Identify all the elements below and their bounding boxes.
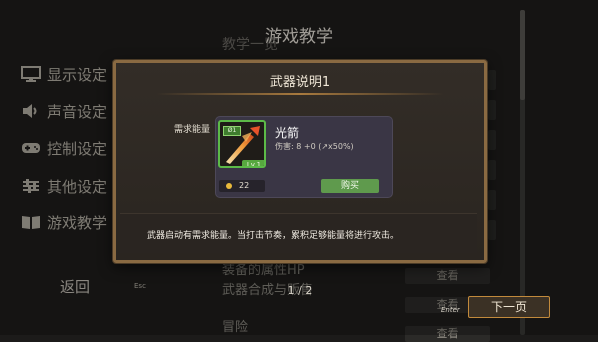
energy-label: 需求能量 (174, 125, 211, 135)
weapon-dialog: 武器说明1 需求能量 Ø1 Lv.1 光箭 伤害: 8 +0 (↗x50%) 2… (113, 60, 487, 263)
price-value: 22 (239, 181, 250, 190)
price-box: 22 (219, 180, 265, 192)
title-divider (156, 93, 444, 95)
weapon-stats: 伤害: 8 +0 (↗x50%) (275, 142, 354, 151)
weapon-icon-frame: Ø1 Lv.1 (218, 120, 266, 168)
weapon-name: 光箭 (275, 126, 300, 140)
next-page-button[interactable]: 下一页 (468, 296, 550, 318)
weapon-card: Ø1 Lv.1 光箭 伤害: 8 +0 (↗x50%) 22 购买 (215, 116, 393, 198)
weapon-badge: Ø1 (223, 126, 241, 136)
coin-icon (226, 183, 232, 189)
description-text: 武器启动有需求能量。当打击节奏，累积足够能量将进行攻击。 (147, 231, 400, 241)
page-indicator: 1 / 2 (287, 284, 313, 297)
dialog-title: 武器说明1 (269, 75, 331, 90)
enter-key-hint: Enter (441, 306, 460, 314)
weapon-level: Lv.1 (242, 160, 264, 166)
buy-button[interactable]: 购买 (321, 179, 379, 193)
